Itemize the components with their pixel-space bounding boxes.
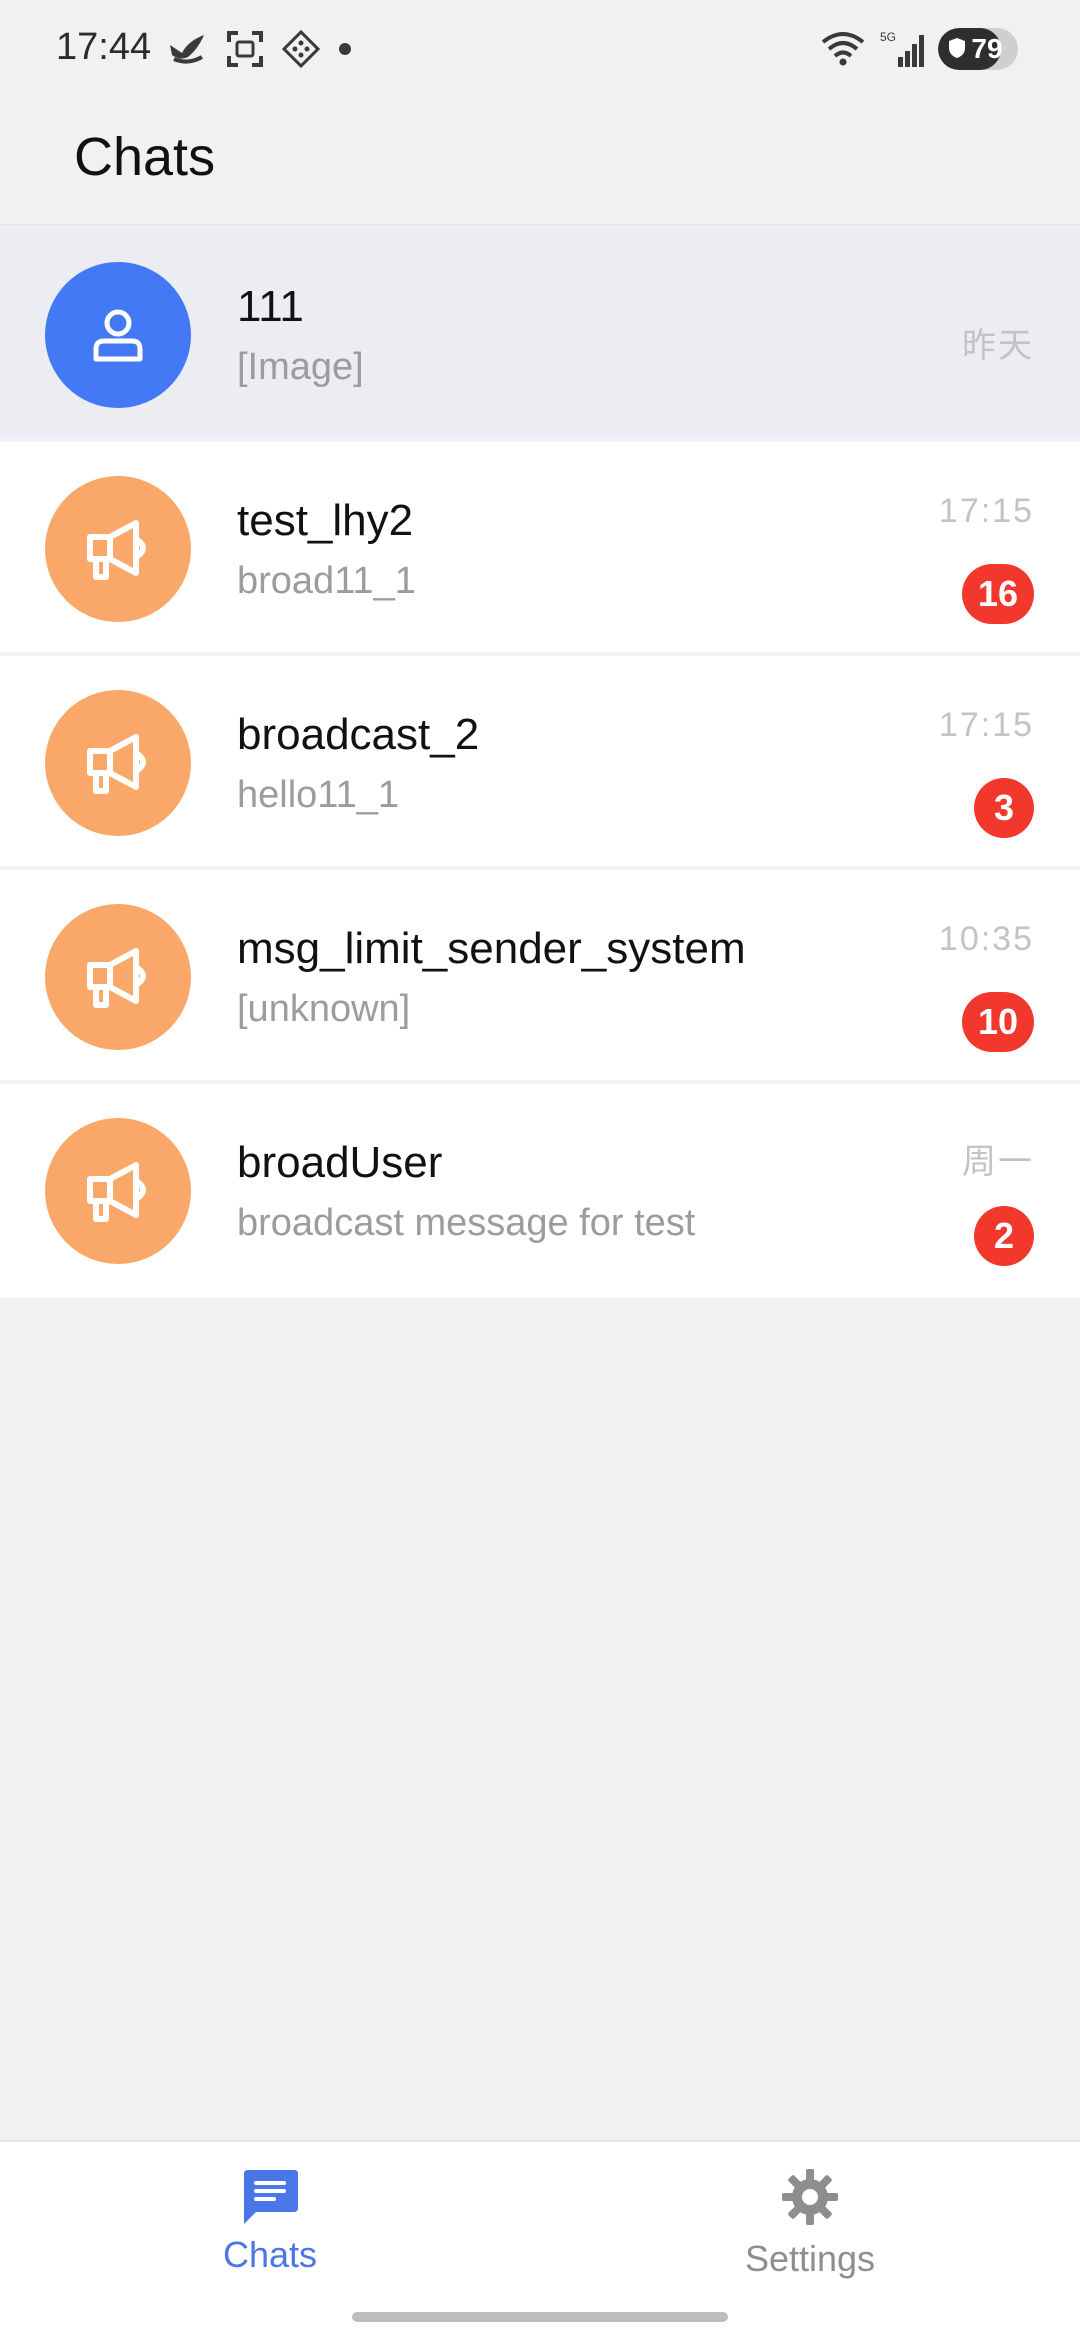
svg-text:5G: 5G xyxy=(880,30,896,44)
home-indicator[interactable] xyxy=(352,2312,728,2322)
chat-item[interactable]: broadUser broadcast message for test 周一 … xyxy=(0,1084,1080,1298)
megaphone-icon xyxy=(87,948,146,1008)
chat-name: 111 xyxy=(237,282,304,331)
avatar xyxy=(45,904,191,1050)
chat-preview: [Image] xyxy=(237,346,364,388)
chat-preview: broad11_1 xyxy=(237,560,416,602)
battery-indicator: 79 xyxy=(938,28,1018,70)
chat-bubble-icon xyxy=(244,2170,298,2224)
tab-settings[interactable]: Settings xyxy=(690,2168,930,2288)
screenshot-icon xyxy=(227,31,263,67)
megaphone-icon xyxy=(87,520,146,580)
chat-time: 周一 xyxy=(962,1143,1034,1181)
chat-time: 昨天 xyxy=(962,327,1034,365)
bottom-navigation: Chats Settings xyxy=(0,2140,1080,2340)
bird-notification-icon xyxy=(170,35,204,64)
avatar xyxy=(45,1118,191,1264)
chat-preview: [unknown] xyxy=(237,988,411,1030)
wifi-icon xyxy=(821,32,865,66)
chat-name: msg_limit_sender_system xyxy=(237,924,746,973)
status-system-icons: 5G 79 xyxy=(820,28,1018,70)
tab-chats-label: Chats xyxy=(222,2234,318,2275)
chat-time: 17:15 xyxy=(938,492,1034,530)
chat-item[interactable]: test_lhy2 broad11_1 17:15 16 xyxy=(0,442,1080,656)
chat-item[interactable]: broadcast_2 hello11_1 17:15 3 xyxy=(0,656,1080,870)
avatar xyxy=(45,690,191,836)
signal-5g-icon: 5G xyxy=(880,30,924,67)
chat-name: test_lhy2 xyxy=(237,496,414,545)
chat-list: 111 [Image] 昨天 test_lhy2 broad11_1 17:15… xyxy=(0,228,1080,1298)
battery-level: 79 xyxy=(971,33,1003,64)
tab-settings-label: Settings xyxy=(744,2238,876,2279)
chat-preview: broadcast message for test xyxy=(237,1202,696,1244)
unread-badge: 2 xyxy=(974,1206,1034,1266)
chat-name: broadcast_2 xyxy=(237,710,480,759)
unread-badge: 10 xyxy=(961,992,1034,1052)
user-icon xyxy=(93,309,143,362)
tab-chats[interactable]: Chats xyxy=(150,2168,390,2288)
page-title: Chats xyxy=(74,127,216,187)
unread-badge: 3 xyxy=(974,778,1034,838)
status-time: 17:44 xyxy=(56,26,152,68)
chat-time: 17:15 xyxy=(938,706,1034,744)
megaphone-icon xyxy=(87,1162,146,1222)
megaphone-icon xyxy=(87,734,146,794)
avatar xyxy=(45,476,191,622)
avatar xyxy=(45,262,191,408)
chat-preview: hello11_1 xyxy=(237,774,400,816)
unread-badge: 16 xyxy=(961,564,1034,624)
app-header: Chats xyxy=(0,100,1080,226)
chat-time: 10:35 xyxy=(938,920,1034,958)
dot-icon xyxy=(339,43,351,55)
chat-name: broadUser xyxy=(237,1138,443,1187)
status-bar: 17:44 5G 79 xyxy=(0,0,1080,100)
status-notification-icons xyxy=(168,30,352,68)
gear-icon xyxy=(782,2169,838,2225)
chat-item[interactable]: 111 [Image] 昨天 xyxy=(0,228,1080,442)
chat-item[interactable]: msg_limit_sender_system [unknown] 10:35 … xyxy=(0,870,1080,1084)
pattern-icon xyxy=(282,30,320,68)
